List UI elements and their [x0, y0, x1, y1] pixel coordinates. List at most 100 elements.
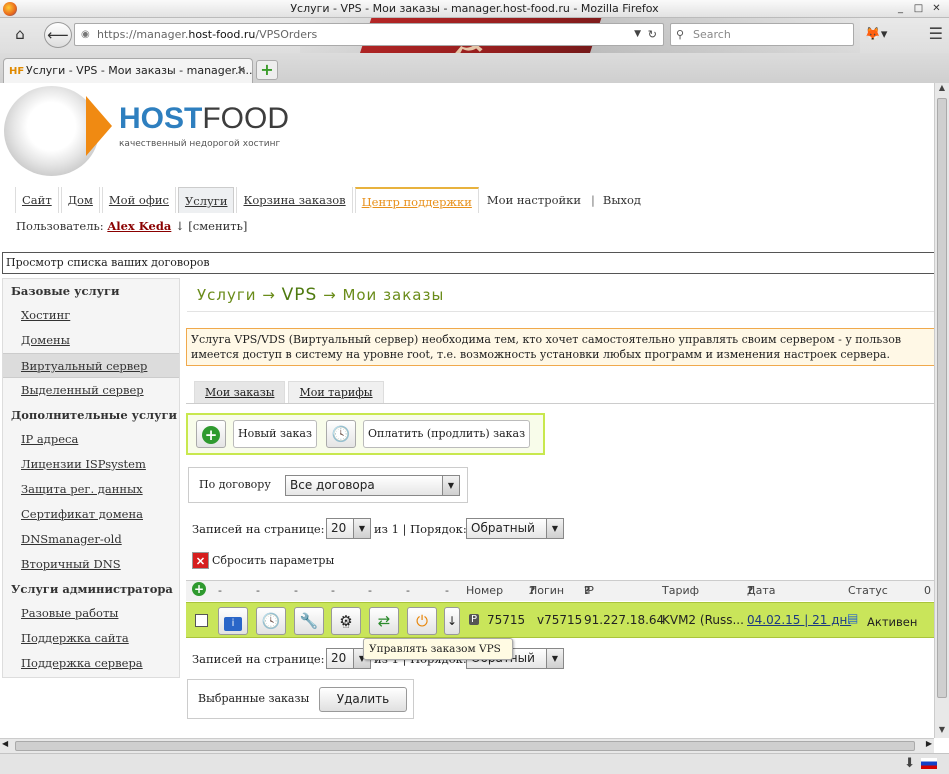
tab-my-tariffs[interactable]: Мои тарифы	[288, 381, 384, 403]
horizontal-scrollbar[interactable]: ◀ ▶	[0, 738, 934, 753]
nav-home[interactable]: Дом	[60, 187, 100, 213]
nav-logout[interactable]: Выход	[597, 187, 647, 213]
col-login[interactable]: Логин ?	[529, 581, 564, 601]
scroll-up-icon[interactable]: ▲	[935, 83, 949, 96]
scroll-left-icon[interactable]: ◀	[2, 739, 8, 748]
nav-cart[interactable]: Корзина заказов	[236, 187, 353, 213]
reset-filters[interactable]: ✕ Сбросить параметры	[192, 552, 334, 569]
sidebar-item-vps[interactable]: Виртуальный сервер	[3, 353, 179, 378]
maximize-icon[interactable]: □	[912, 3, 925, 15]
change-user-link[interactable]: [сменить]	[188, 219, 247, 233]
col-status[interactable]: Статус	[848, 581, 888, 601]
search-icon: ⚲	[676, 28, 685, 41]
sidebar-item-whois-protect[interactable]: Защита рег. данных	[3, 477, 179, 502]
scroll-thumb[interactable]	[15, 741, 915, 751]
user-line: Пользователь: Alex Keda ↓ [сменить]	[16, 219, 247, 233]
pay-clock-icon[interactable]: 🕓	[326, 420, 356, 448]
power-icon[interactable]: ⏻	[407, 607, 437, 635]
hamburger-menu-icon[interactable]: ☰	[929, 22, 943, 46]
sidebar-item-site-support[interactable]: Поддержка сайта	[3, 626, 179, 651]
col-ip[interactable]: IP ?	[584, 581, 594, 601]
col-dash: -	[445, 584, 449, 597]
bulk-label: Выбранные заказы	[198, 692, 310, 705]
new-tab-button[interactable]: +	[256, 60, 278, 80]
cell-login: v75715	[537, 613, 583, 627]
contract-select[interactable]: Все договора ▼	[285, 475, 460, 496]
close-tab-icon[interactable]: ✕	[237, 59, 246, 83]
chevron-down-icon: ▼	[353, 519, 370, 538]
url-bar[interactable]: ◉ https://manager.host-food.ru/VPSOrders…	[74, 23, 664, 46]
col-number[interactable]: Номер	[466, 581, 503, 601]
nav-separator: |	[591, 193, 595, 207]
tab-my-orders[interactable]: Мои заказы	[194, 381, 286, 403]
sidebar-item-secondary-dns[interactable]: Вторичный DNS	[3, 552, 179, 577]
chevron-down-icon: ▼	[546, 519, 563, 538]
status-bar: ⬇	[0, 753, 949, 774]
divider	[186, 403, 936, 404]
nav-site[interactable]: Сайт	[15, 187, 59, 213]
row-checkbox[interactable]	[195, 614, 208, 627]
sidebar-item-dnsmanager[interactable]: DNSmanager-old	[3, 527, 179, 552]
firefox-icon	[3, 2, 17, 16]
delete-button[interactable]: Удалить	[319, 687, 407, 712]
sidebar-item-dedicated[interactable]: Выделенный сервер	[3, 378, 179, 403]
window-title: Услуги - VPS - Мои заказы - manager.host…	[290, 2, 659, 15]
home-icon[interactable]: ⌂	[10, 23, 30, 45]
window-titlebar: Услуги - VPS - Мои заказы - manager.host…	[0, 0, 949, 18]
nav-my-office[interactable]: Мой офис	[101, 187, 176, 213]
table-row[interactable]: i 🕓 🔧 ⚙ ⇄ ⏻ ↓ P 75715 v75715 91.227.18.6…	[186, 602, 934, 638]
cell-number: 75715	[487, 613, 526, 627]
url-path: /VPSOrders	[255, 28, 318, 41]
sidebar-item-ssl[interactable]: Сертификат домена	[3, 502, 179, 527]
nav-my-settings[interactable]: Мои настройки	[481, 187, 587, 213]
sidebar-item-isp-licenses[interactable]: Лицензии ISPsystem	[3, 452, 179, 477]
russian-flag-icon[interactable]	[921, 758, 937, 769]
scroll-thumb[interactable]	[937, 98, 947, 698]
reload-icon[interactable]: ↻	[648, 24, 657, 45]
info-icon[interactable]: i	[218, 607, 248, 635]
col-end-date[interactable]: Дата оконч. ?	[747, 581, 784, 617]
download-icon[interactable]: ⬇	[904, 756, 915, 771]
tab-title: Услуги - VPS - Мои заказы - manager.h...	[26, 64, 253, 77]
sidebar-item-server-support[interactable]: Поддержка сервера	[3, 651, 179, 676]
nav-support-center[interactable]: Центр поддержки	[354, 187, 479, 213]
logo[interactable]: HOSTFOOD	[119, 102, 289, 136]
minimize-icon[interactable]: _	[894, 3, 907, 15]
pay-order-button[interactable]: Оплатить (продлить) заказ	[363, 420, 531, 448]
cell-end-date[interactable]: 04.02.15 | 21 дн.	[747, 613, 851, 627]
sidebar-item-domains[interactable]: Домены	[3, 328, 179, 353]
pay-clock-icon[interactable]: 🕓	[256, 607, 286, 635]
col-dash: -	[331, 584, 335, 597]
order-select[interactable]: Обратный ▼	[466, 518, 564, 539]
divider	[187, 311, 937, 312]
col-dash: -	[218, 584, 222, 597]
pager-of: из 1 | Порядок:	[374, 522, 467, 536]
add-icon[interactable]: +	[196, 420, 226, 448]
new-order-button[interactable]: Новый заказ	[233, 420, 317, 448]
back-button[interactable]: ⟵	[44, 22, 72, 48]
scroll-right-icon[interactable]: ▶	[926, 739, 932, 748]
per-page-select[interactable]: 20 ▼	[326, 518, 371, 539]
transfer-icon[interactable]: ⇄	[369, 607, 399, 635]
scheme-down-icon[interactable]: ↓	[444, 607, 460, 635]
vertical-scrollbar[interactable]: ▲ ▼	[934, 83, 949, 738]
sidebar-item-ip[interactable]: IP адреса	[3, 427, 179, 452]
addon-icon[interactable]: 🦊▾	[862, 24, 890, 46]
info-notice: Услуга VPS/VDS (Виртуальный сервер) необ…	[186, 328, 942, 366]
search-box[interactable]: ⚲ Search	[670, 23, 854, 46]
url-prefix: https://manager.	[97, 28, 189, 41]
user-name-link[interactable]: Alex Keda	[107, 219, 171, 233]
title-vps: VPS	[281, 285, 318, 305]
sidebar-heading: Базовые услуги	[11, 284, 120, 298]
sidebar-item-one-time[interactable]: Разовые работы	[3, 601, 179, 626]
tools-icon[interactable]: 🔧	[294, 607, 324, 635]
scroll-down-icon[interactable]: ▼	[935, 725, 949, 738]
col-tariff[interactable]: Тариф	[662, 581, 699, 601]
dropdown-arrow-icon[interactable]: ▼	[634, 24, 641, 45]
nav-services[interactable]: Услуги	[177, 187, 235, 213]
close-window-icon[interactable]: ✕	[930, 3, 943, 15]
info-line: имеется доступ в систему на уровне root,…	[191, 348, 890, 361]
browser-tab[interactable]: HF Услуги - VPS - Мои заказы - manager.h…	[3, 58, 253, 83]
sidebar-item-hosting[interactable]: Хостинг	[3, 303, 179, 328]
logo-food: FOOD	[202, 102, 290, 135]
